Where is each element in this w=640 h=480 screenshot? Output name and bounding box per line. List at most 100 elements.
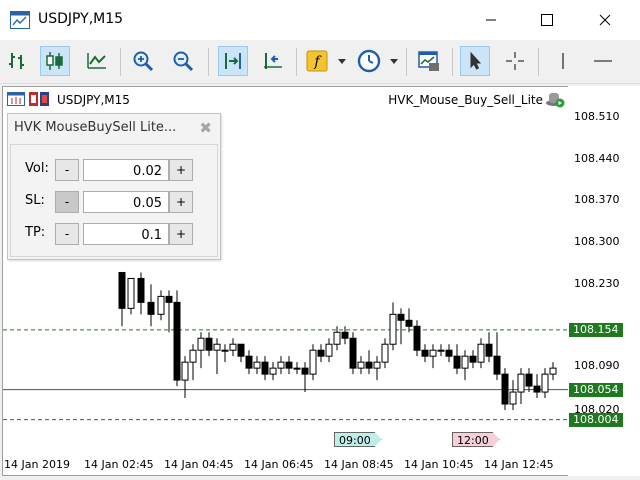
templates-button[interactable] <box>414 46 444 76</box>
candle-body <box>453 355 461 369</box>
expert-advisor-name: HVK_Mouse_Buy_Sell_Lite <box>388 93 543 107</box>
bid-price-badge: 108.054 <box>569 383 623 397</box>
price-label: 108.230 <box>574 277 620 290</box>
candle-body <box>389 313 397 345</box>
candle-body <box>285 361 293 369</box>
candle-body <box>269 367 277 375</box>
time-badge-1200: 12:00 <box>452 432 500 447</box>
vol-input[interactable] <box>83 159 169 181</box>
chart-toolbar: f <box>0 40 640 84</box>
chart-shift-button[interactable] <box>258 46 288 76</box>
terminal-window: USDJPY,M15 f USDJPY,M15 HVK_Mouse_Buy_Se… <box>0 0 640 480</box>
zoom-out-button[interactable] <box>168 46 198 76</box>
close-button[interactable] <box>582 0 628 40</box>
candle-body <box>253 361 261 369</box>
periods-button[interactable] <box>354 46 384 76</box>
tp-input[interactable] <box>83 223 169 245</box>
flags-icon <box>29 92 49 106</box>
candle-body <box>147 301 155 315</box>
sl-decrease-button[interactable]: - <box>55 191 79 213</box>
candle-body <box>325 343 333 357</box>
bar-chart-icon <box>9 53 24 69</box>
sl-increase-button[interactable]: + <box>169 191 193 213</box>
vol-label: Vol: <box>25 161 49 176</box>
expert-hat-icon[interactable] <box>545 90 565 108</box>
candle-body <box>461 355 469 369</box>
time-label: 14 Jan 06:45 <box>244 458 314 471</box>
horizontal-line-button[interactable] <box>588 46 618 76</box>
crosshair-icon <box>506 52 524 70</box>
candle-body <box>493 355 501 375</box>
chart-window-icon <box>10 11 30 29</box>
bar-chart-button[interactable] <box>2 46 32 76</box>
candle-body <box>261 361 269 375</box>
mouse-buy-sell-panel[interactable]: HVK MouseBuySell Lite... ✖ Vol: - + SL: … <box>7 113 221 260</box>
cursor-button[interactable] <box>460 46 490 76</box>
candle-body <box>381 343 389 363</box>
clock-icon <box>357 49 381 73</box>
time-label: 14 Jan 04:45 <box>164 458 234 471</box>
candle-body <box>445 349 453 357</box>
candle-body <box>333 331 341 345</box>
candle-body <box>549 367 557 375</box>
candle-body <box>229 343 237 351</box>
indicators-dropdown-caret[interactable] <box>338 59 346 64</box>
time-label: 14 Jan 2019 <box>4 458 70 471</box>
line-chart-icon <box>87 53 106 69</box>
candle-body <box>477 343 485 363</box>
periods-dropdown-caret[interactable] <box>390 59 398 64</box>
tp-increase-button[interactable]: + <box>169 223 193 245</box>
time-badge-0900: 09:00 <box>334 432 382 447</box>
candle-body <box>349 337 357 369</box>
template-icon <box>418 51 439 71</box>
candle-body <box>533 385 541 393</box>
candle-body <box>469 355 477 363</box>
candle-body <box>397 313 405 321</box>
crosshair-button[interactable] <box>500 46 530 76</box>
time-label: 14 Jan 08:45 <box>324 458 394 471</box>
panel-body: Vol: - + SL: - + TP: - + <box>10 144 218 257</box>
vertical-line-icon <box>562 53 564 69</box>
sl-input[interactable] <box>83 191 169 213</box>
time-label: 14 Jan 10:45 <box>404 458 474 471</box>
candle-body <box>118 271 126 309</box>
candle-body <box>485 343 493 357</box>
cursor-icon <box>470 51 482 70</box>
price-label: 108.300 <box>574 235 620 248</box>
time-label: 14 Jan 12:45 <box>484 458 554 471</box>
zoom-in-button[interactable] <box>128 46 158 76</box>
line-chart-button[interactable] <box>82 46 112 76</box>
autoscroll-button[interactable] <box>218 46 248 76</box>
candle-body <box>301 367 309 375</box>
panel-close-icon[interactable]: ✖ <box>199 119 212 137</box>
candle-body <box>213 343 221 351</box>
close-icon <box>599 14 611 26</box>
candle-body <box>277 361 285 369</box>
chart-shift-icon <box>264 53 282 69</box>
vol-increase-button[interactable]: + <box>169 159 193 181</box>
minimize-button[interactable] <box>468 0 514 40</box>
candle-body <box>429 349 437 357</box>
panel-title[interactable]: HVK MouseBuySell Lite... <box>14 120 176 135</box>
candle-body <box>373 361 381 369</box>
candle-body <box>517 373 525 393</box>
tp-decrease-button[interactable]: - <box>55 223 79 245</box>
maximize-icon <box>541 14 553 26</box>
indicators-button[interactable]: f <box>302 46 332 76</box>
candle-body <box>173 301 181 381</box>
candlestick-button[interactable] <box>40 46 70 76</box>
function-icon: f <box>306 50 328 72</box>
window-title: USDJPY,M15 <box>38 11 124 27</box>
candle-body <box>197 337 205 351</box>
vertical-line-button[interactable] <box>548 46 578 76</box>
vol-decrease-button[interactable]: - <box>55 159 79 181</box>
candle-body <box>165 295 173 303</box>
maximize-button[interactable] <box>524 0 570 40</box>
zoom-in-icon <box>133 51 154 72</box>
candle-body <box>205 337 213 351</box>
minimize-icon <box>486 19 496 21</box>
price-label: 108.510 <box>574 110 620 123</box>
candle-body <box>365 361 373 369</box>
candle-body <box>357 361 365 369</box>
tp-price-badge: 108.154 <box>569 323 623 337</box>
